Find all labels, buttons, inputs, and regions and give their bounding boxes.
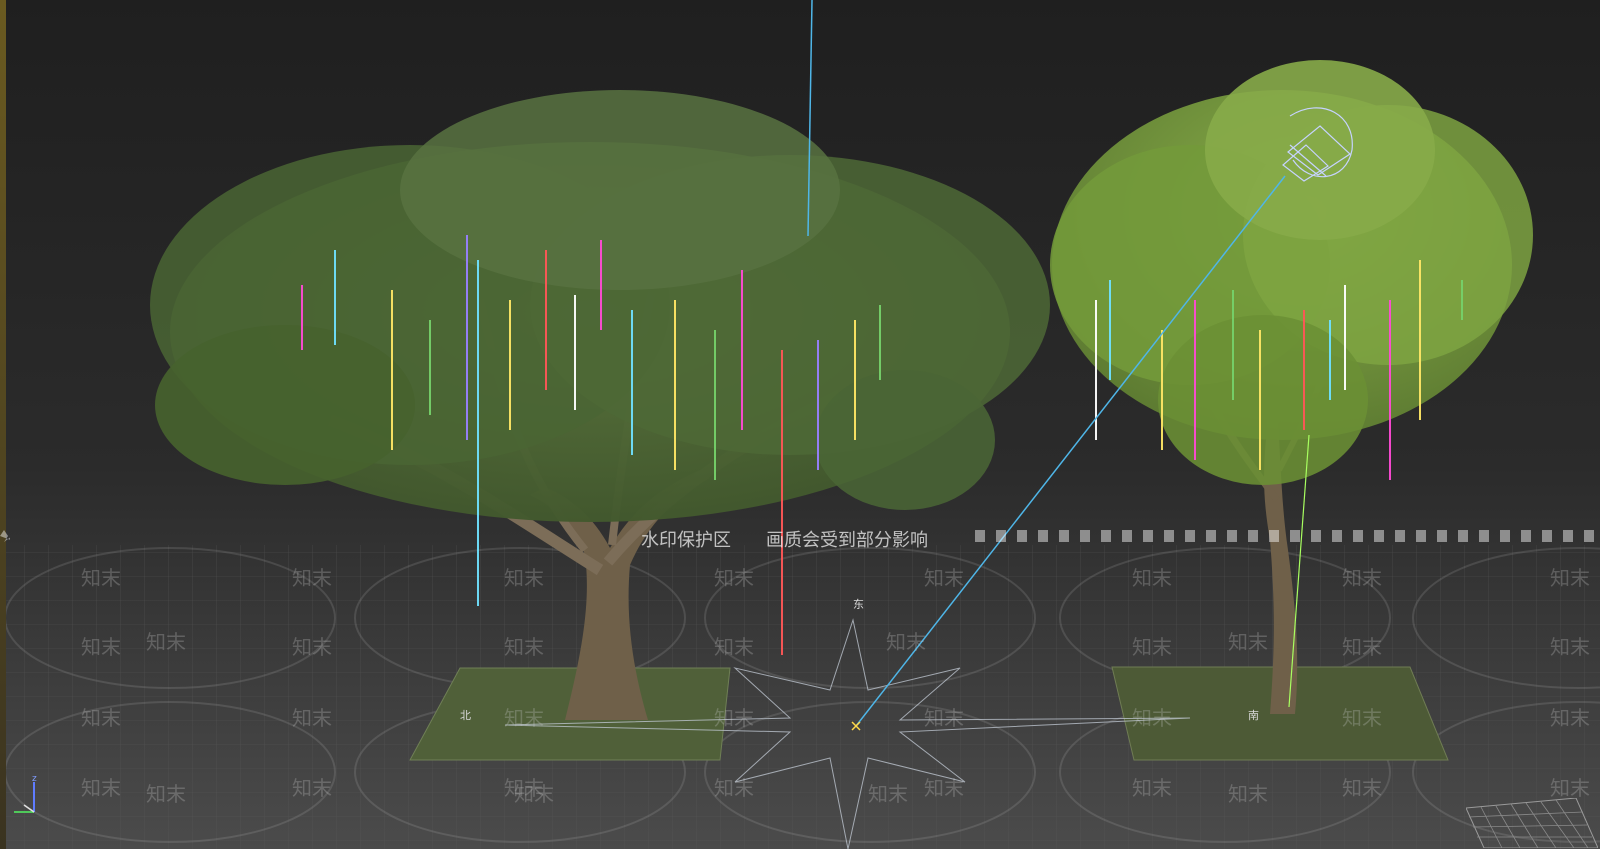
watermark-brand-20: 知末 [292,706,332,730]
axis-y-line [23,804,35,813]
watermark-brand-13: 知末 [714,635,754,659]
watermark-banner-right-text: 画质会受到部分影响 [766,530,928,551]
compass-label-north: 北 [460,709,471,722]
watermark-brand-32: 知末 [714,776,754,800]
watermark-brand-23: 知末 [924,706,964,730]
watermark-banner: 水印保护区 画质会受到部分影响 [0,526,1600,552]
axis-z-label: z [32,774,37,784]
watermark-brand-11: 知末 [292,635,332,659]
watermark-brand-37: 知末 [1342,776,1382,800]
watermark-brand-18: 知末 [1550,635,1590,659]
watermark-brand-14: 知末 [886,630,926,654]
watermark-brand-4: 知末 [714,566,754,590]
watermark-banner-dots-right [975,530,1600,542]
viewport-left-frame [0,0,6,849]
watermark-brand-1: 知末 [81,566,121,590]
watermark-brand-8: 知末 [1550,566,1590,590]
compass-label-east: 东 [853,598,864,611]
watermark-brand-34: 知末 [924,776,964,800]
axis-gizmo[interactable] [8,772,48,816]
watermark-brand-17: 知末 [1342,635,1382,659]
watermark-brand-25: 知末 [1342,706,1382,730]
watermark-brand-2: 知末 [292,566,332,590]
watermark-brand-9: 知末 [81,635,121,659]
watermark-banner-dots-left [0,530,20,542]
watermark-brand-19: 知末 [81,706,121,730]
watermark-brand-15: 知末 [1132,635,1172,659]
watermark-brand-10: 知末 [146,630,186,654]
watermark-brand-22: 知末 [714,706,754,730]
grid-icon [1466,798,1598,848]
watermark-brand-26: 知末 [1550,706,1590,730]
watermark-brand-6: 知末 [1132,566,1172,590]
compass-label-south: 南 [1248,709,1259,722]
watermark-brand-29: 知末 [292,776,332,800]
watermark-brand-38: 知末 [1550,776,1590,800]
watermark-brand-31: 知末 [514,782,554,806]
watermark-brand-5: 知末 [924,566,964,590]
watermark-brand-12: 知末 [504,635,544,659]
watermark-brand-35: 知末 [1132,776,1172,800]
watermark-brand-7: 知末 [1342,566,1382,590]
watermark-brand-3: 知末 [504,566,544,590]
watermark-brand-27: 知末 [81,776,121,800]
watermark-brand-21: 知末 [504,706,544,730]
watermark-banner-left-text: 水印保护区 [641,530,731,551]
watermark-brand-36: 知末 [1228,782,1268,806]
3d-viewport[interactable]: 北 东 南 水印保护区 画质会受到部分影响 知末 知末 知末 知末 知末 知末 … [0,0,1600,849]
watermark-brand-33: 知末 [868,782,908,806]
watermark-brand-24: 知末 [1132,706,1172,730]
watermark-brand-28: 知末 [146,782,186,806]
watermark-brand-16: 知末 [1228,630,1268,654]
